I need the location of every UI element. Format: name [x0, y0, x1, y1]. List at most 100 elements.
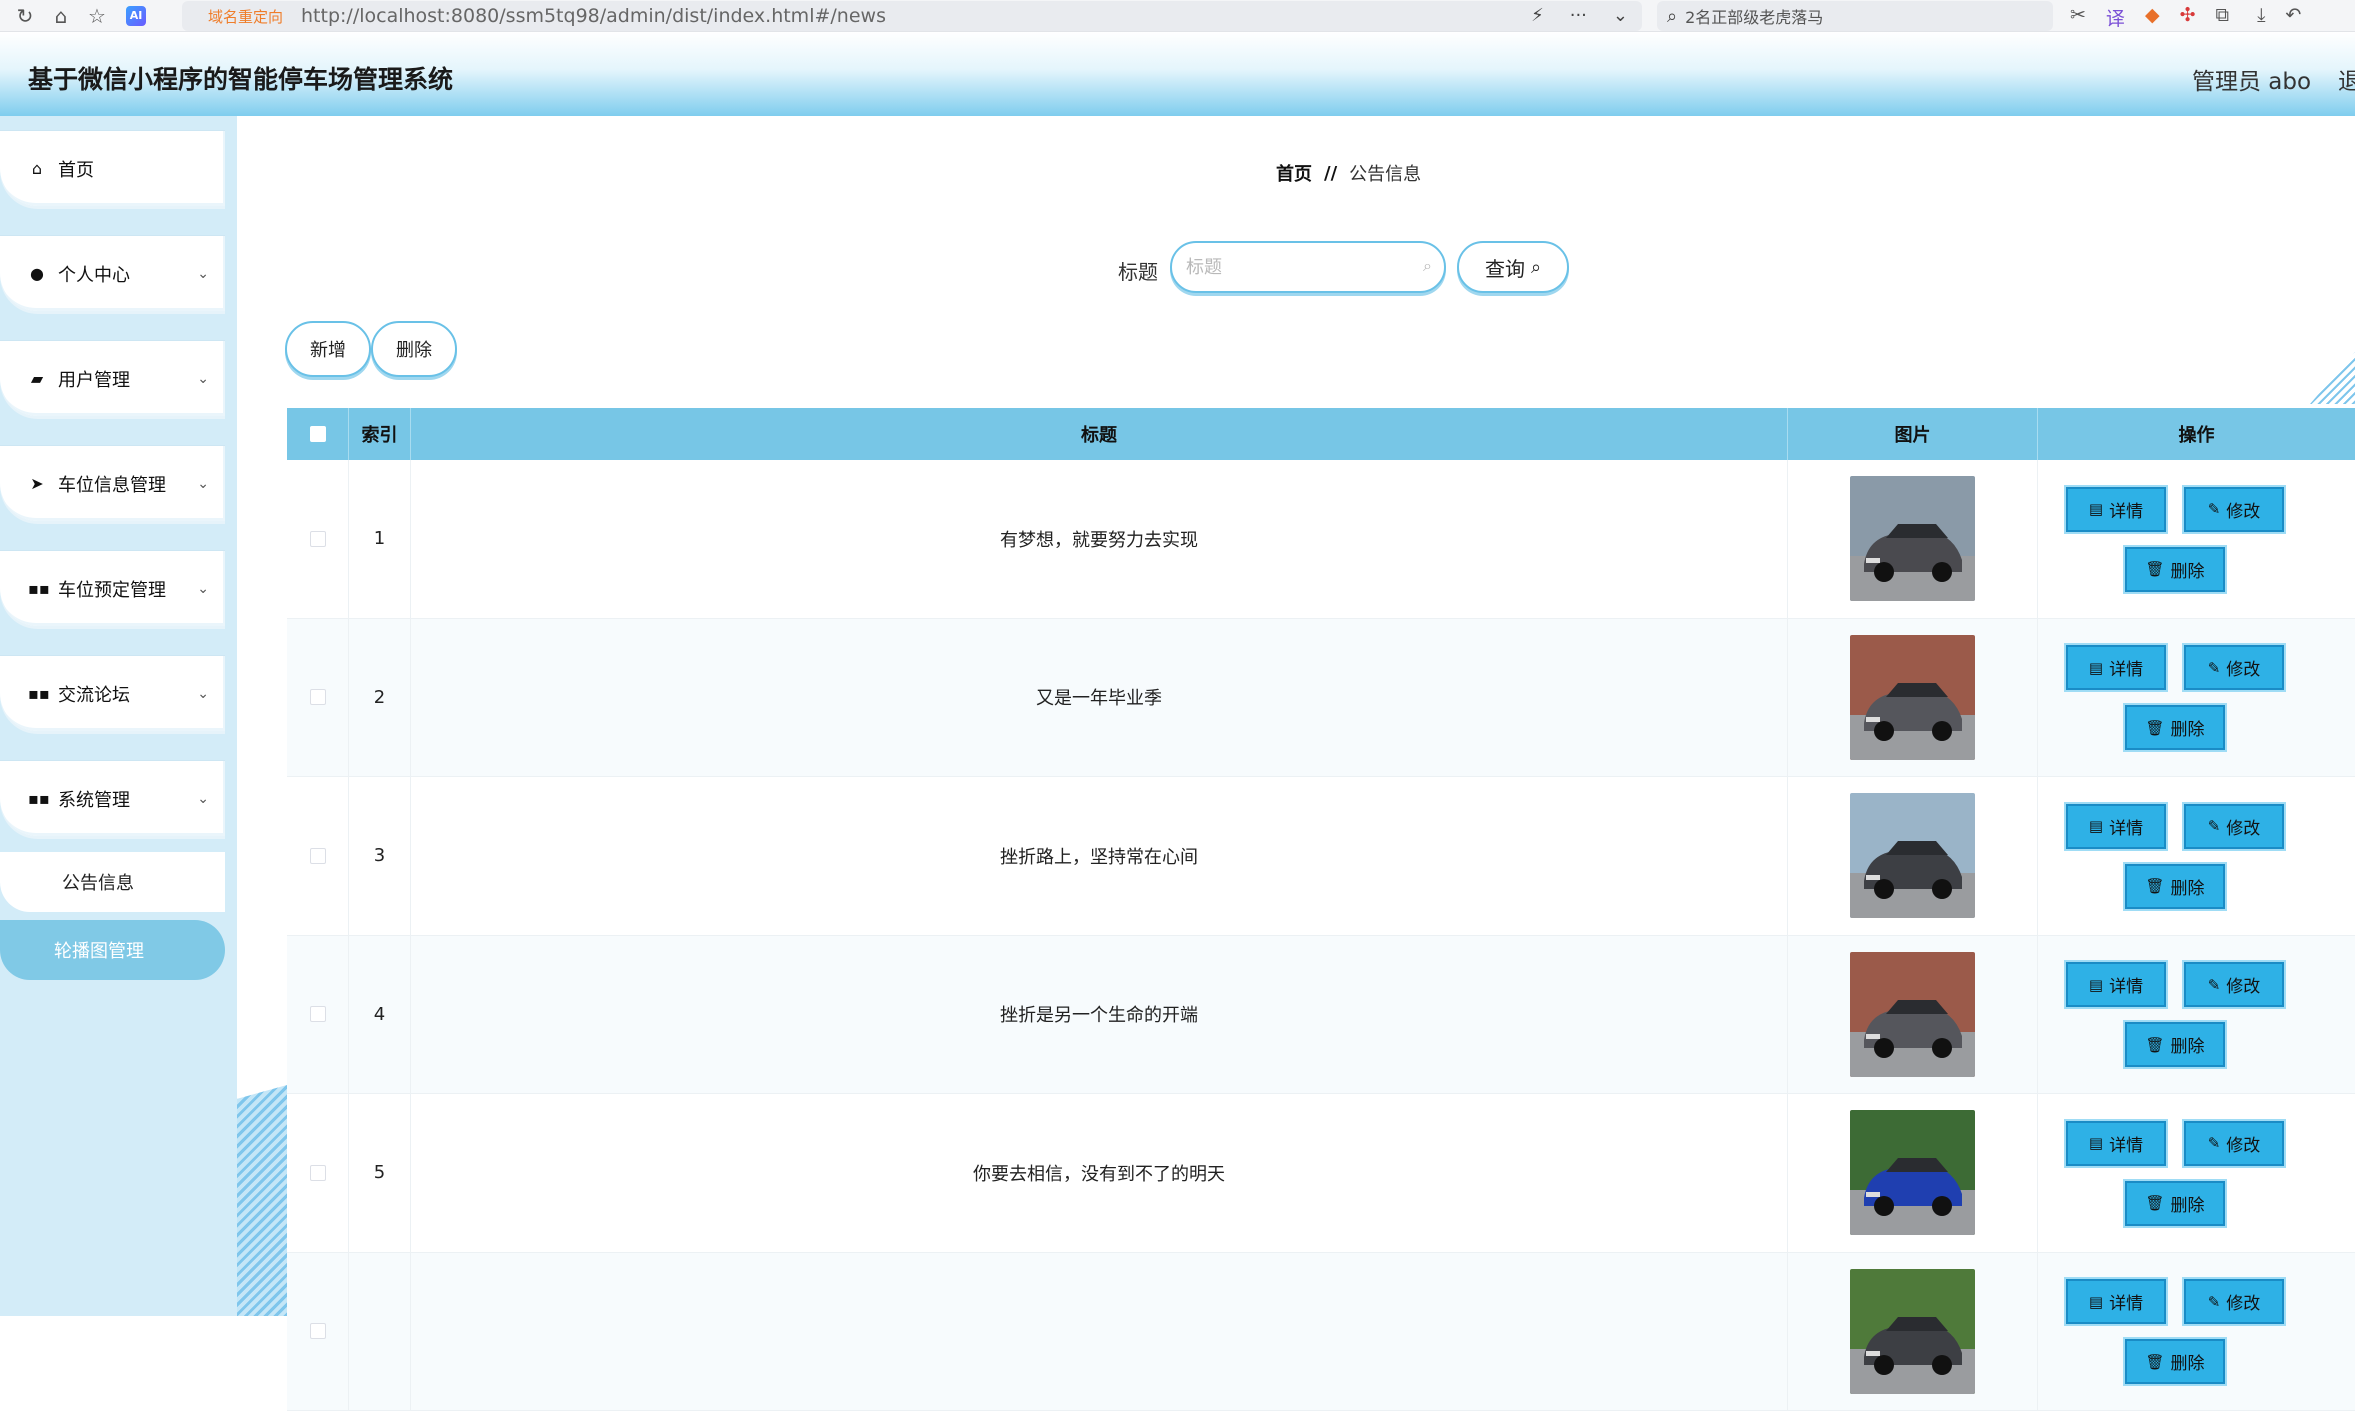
row-checkbox[interactable] [310, 1006, 326, 1022]
sidebar-subitem-announcements[interactable]: 公告信息 [0, 852, 225, 912]
document-icon: ▤ [2089, 1134, 2103, 1152]
bookmark-star-icon[interactable]: ☆ [86, 5, 108, 27]
breadcrumb-home[interactable]: 首页 [1276, 160, 1312, 186]
row-image-cell [1788, 936, 2038, 1094]
row-checkbox[interactable] [310, 1165, 326, 1181]
sidebar-subitem-carousel[interactable]: 轮播图管理 [0, 920, 225, 980]
lightning-icon[interactable]: ⚡ [1531, 5, 1544, 26]
sidebar-item-parking-booking[interactable]: ▪▪ 车位预定管理 ⌄ [0, 550, 225, 626]
breadcrumb-current: 公告信息 [1349, 160, 1421, 186]
row-check-cell [287, 1094, 349, 1252]
row-image-cell [1788, 777, 2038, 935]
table-row: 4挫折是另一个生命的开端▤详情✎修改🗑删除 [287, 936, 2355, 1095]
car-thumbnail-image[interactable] [1850, 635, 1975, 760]
row-title: 又是一年毕业季 [411, 619, 1788, 777]
delete-button[interactable]: 🗑删除 [2125, 547, 2225, 592]
delete-button[interactable]: 🗑删除 [2125, 705, 2225, 750]
car-thumbnail-image[interactable] [1850, 476, 1975, 601]
header-select-all [287, 408, 349, 460]
edit-label: 修改 [2226, 1289, 2260, 1314]
edit-button[interactable]: ✎修改 [2184, 487, 2284, 532]
delete-label: 删除 [2171, 1349, 2205, 1374]
row-checkbox[interactable] [310, 531, 326, 547]
select-all-checkbox[interactable] [310, 426, 326, 442]
ai-assistant-icon[interactable]: AI [126, 6, 146, 26]
sidebar: ⌂ 首页 ● 个人中心 ⌄ ▰ 用户管理 ⌄ ➤ 车位信息管理 ⌄ ▪▪ 车位预… [0, 116, 237, 1316]
detail-button[interactable]: ▤详情 [2066, 487, 2166, 532]
search-input-wrapper[interactable]: ⌕ [1170, 241, 1446, 293]
detail-label: 详情 [2109, 497, 2143, 522]
game-icon[interactable]: ◆ [2145, 4, 2160, 31]
chevron-down-icon[interactable]: ⌄ [1613, 5, 1628, 26]
query-button[interactable]: 查询 ⌕ [1457, 241, 1569, 293]
row-index: 1 [349, 460, 411, 618]
trash-icon: 🗑 [2145, 1194, 2164, 1212]
sidebar-item-user-management[interactable]: ▰ 用户管理 ⌄ [0, 340, 225, 416]
detail-button[interactable]: ▤详情 [2066, 1279, 2166, 1324]
delete-button[interactable]: 🗑删除 [2125, 1181, 2225, 1226]
scissors-icon[interactable]: ✂ [2070, 4, 2086, 31]
document-icon: ▤ [2089, 1293, 2103, 1311]
sidebar-item-system-management[interactable]: ▪▪ 系统管理 ⌄ [0, 760, 225, 836]
row-checkbox[interactable] [310, 848, 326, 864]
row-checkbox[interactable] [310, 689, 326, 705]
sidebar-item-home[interactable]: ⌂ 首页 [0, 130, 225, 206]
search-title-input[interactable] [1186, 252, 1406, 282]
chevron-down-icon: ⌄ [197, 266, 209, 282]
sidebar-item-label: 个人中心 [58, 261, 130, 287]
admin-name[interactable]: 管理员 abo [2192, 62, 2311, 96]
sidebar-item-personal-center[interactable]: ● 个人中心 ⌄ [0, 235, 225, 311]
download-icon[interactable]: ⤓ [2257, 4, 2265, 31]
detail-button[interactable]: ▤详情 [2066, 962, 2166, 1007]
edit-button[interactable]: ✎修改 [2184, 1121, 2284, 1166]
add-button[interactable]: 新增 [285, 321, 371, 377]
grid-icon: ▪▪ [28, 684, 46, 703]
edit-button[interactable]: ✎修改 [2184, 804, 2284, 849]
delete-button[interactable]: 🗑删除 [2125, 1022, 2225, 1067]
car-thumbnail-image[interactable] [1850, 952, 1975, 1077]
document-icon: ▤ [2089, 659, 2103, 677]
detail-button[interactable]: ▤详情 [2066, 804, 2166, 849]
row-image-cell [1788, 619, 2038, 777]
more-icon[interactable]: ··· [1570, 5, 1587, 26]
undo-icon[interactable]: ↶ [2285, 4, 2301, 31]
browser-search-box[interactable]: ⌕ 2名正部级老虎落马 [1657, 1, 2053, 31]
reload-icon[interactable]: ↻ [14, 5, 36, 27]
extension-icon[interactable]: ✣ [2180, 4, 2196, 31]
pencil-icon: ✎ [2208, 659, 2221, 677]
delete-label: 删除 [2171, 1032, 2205, 1057]
puzzle-icon[interactable]: ⧉ [2215, 4, 2229, 31]
car-thumbnail-image[interactable] [1850, 793, 1975, 918]
edit-label: 修改 [2226, 1131, 2260, 1156]
sidebar-item-parking-info[interactable]: ➤ 车位信息管理 ⌄ [0, 445, 225, 521]
table-row: 3挫折路上，坚持常在心间▤详情✎修改🗑删除 [287, 777, 2355, 936]
edit-button[interactable]: ✎修改 [2184, 962, 2284, 1007]
translate-icon[interactable]: 译 [2106, 4, 2125, 31]
delete-button[interactable]: 🗑删除 [2125, 1339, 2225, 1384]
home-browser-icon[interactable]: ⌂ [50, 5, 72, 27]
decorative-stripes-left [237, 1085, 287, 1316]
sidebar-item-label: 车位预定管理 [58, 576, 166, 602]
grid-icon: ▪▪ [28, 789, 46, 808]
detail-label: 详情 [2109, 972, 2143, 997]
row-title: 挫折路上，坚持常在心间 [411, 777, 1788, 935]
chart-icon: ▰ [28, 369, 46, 388]
chevron-down-icon: ⌄ [197, 581, 209, 597]
browser-toolbar: ↻ ⌂ ☆ AI 域名重定向 http://localhost:8080/ssm… [0, 0, 2355, 32]
chevron-down-icon: ⌄ [197, 791, 209, 807]
car-thumbnail-image[interactable] [1850, 1269, 1975, 1394]
logout-link[interactable]: 退 [2338, 62, 2355, 96]
delete-button[interactable]: 🗑删除 [2125, 864, 2225, 909]
row-check-cell [287, 1253, 349, 1411]
edit-button[interactable]: ✎修改 [2184, 1279, 2284, 1324]
row-ops-cell: ▤详情 ✎修改 🗑删除 [2038, 1253, 2355, 1411]
detail-button[interactable]: ▤详情 [2066, 645, 2166, 690]
address-bar[interactable]: 域名重定向 http://localhost:8080/ssm5tq98/adm… [182, 1, 1642, 31]
detail-button[interactable]: ▤详情 [2066, 1121, 2166, 1166]
url-text[interactable]: http://localhost:8080/ssm5tq98/admin/dis… [301, 5, 886, 27]
sidebar-item-forum[interactable]: ▪▪ 交流论坛 ⌄ [0, 655, 225, 731]
row-checkbox[interactable] [310, 1323, 326, 1339]
bulk-delete-button[interactable]: 删除 [371, 321, 457, 377]
edit-button[interactable]: ✎修改 [2184, 645, 2284, 690]
car-thumbnail-image[interactable] [1850, 1110, 1975, 1235]
